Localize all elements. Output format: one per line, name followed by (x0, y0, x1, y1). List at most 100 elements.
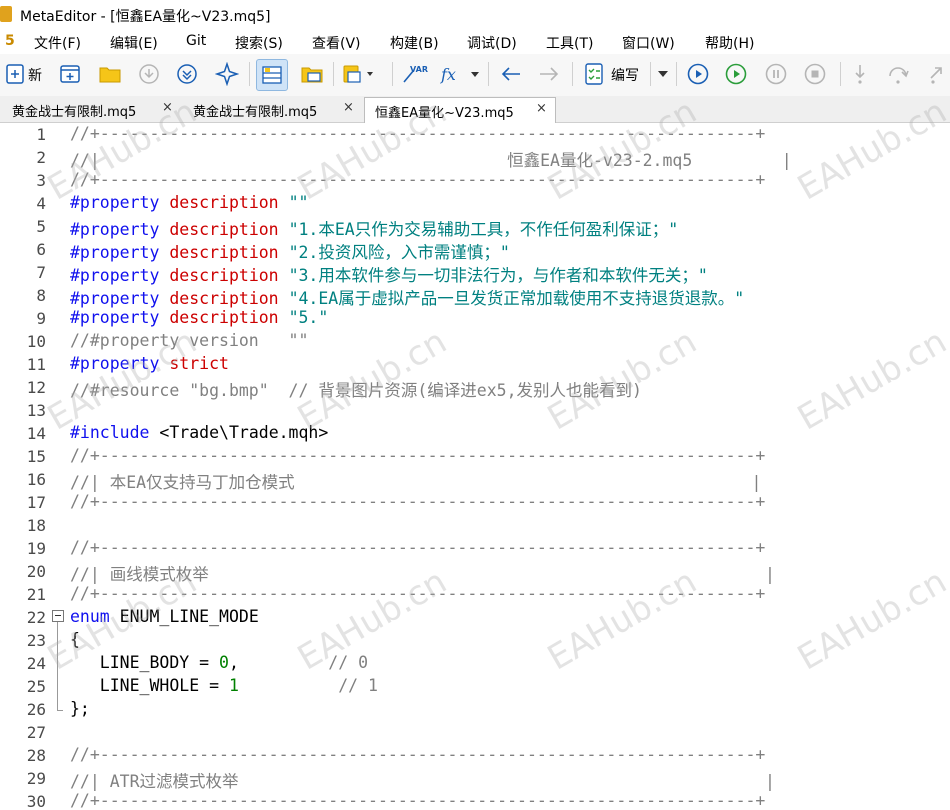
code-line-10: //#property version "" (70, 331, 309, 350)
step-into-button[interactable] (846, 60, 874, 88)
number-literal: 1 (228, 676, 239, 695)
code-line-5: #property description "1.本EA只作为交易辅助工具，不作… (70, 216, 678, 240)
string-literal: "" (288, 193, 309, 212)
line-number: 26 (26, 700, 46, 719)
code-line-7: #property description "3.用本软件参与一切非法行为，与作… (70, 262, 708, 286)
navigator-toggle-button[interactable] (256, 59, 288, 91)
tab-label: 恒鑫EA量化~V23.mq5 (375, 106, 514, 121)
play-history-icon (687, 63, 709, 85)
step-over-button[interactable] (884, 60, 912, 88)
keyword-description: description (169, 243, 279, 262)
step-out-button[interactable] (922, 60, 950, 88)
step-out-icon (930, 67, 942, 84)
line-number: 18 (26, 516, 46, 535)
menu-build[interactable]: 构建(B) (390, 33, 439, 53)
keyword-property: #property (70, 289, 160, 308)
tab-file-2[interactable]: 黄金战士有限制.mq5 × (183, 97, 359, 121)
navigate-forward-button[interactable] (535, 60, 563, 88)
code-line-12: //#resource "bg.bmp" // 背景图片资源(编译进ex5,发别… (70, 381, 642, 400)
stop-circle-icon (804, 63, 826, 85)
play-circle-icon (725, 63, 747, 85)
tab-close-icon[interactable]: × (343, 100, 354, 115)
menu-git[interactable]: Git (186, 33, 206, 49)
functions-button[interactable]: fx (436, 60, 484, 88)
line-number: 14 (26, 424, 46, 443)
line-number: 9 (36, 309, 46, 328)
ai-assistant-button[interactable] (213, 60, 241, 88)
fold-guide-end (57, 710, 63, 711)
new-file-button[interactable] (1, 60, 29, 88)
line-number: 29 (26, 769, 46, 788)
stop-button[interactable] (801, 60, 829, 88)
debug-history-button[interactable] (684, 60, 712, 88)
menu-window[interactable]: 窗口(W) (622, 33, 675, 53)
folder-icon (99, 67, 121, 83)
inline-comment: // 0 (328, 653, 369, 672)
toolbar-separator (488, 62, 489, 86)
line-number: 2 (36, 148, 46, 167)
include-path: <Trade\Trade.mqh> (149, 423, 329, 442)
code-line-21: //+-------------------------------------… (70, 584, 766, 603)
toolbar-separator (676, 62, 677, 86)
menu-tools[interactable]: 工具(T) (546, 33, 593, 53)
menu-edit[interactable]: 编辑(E) (110, 33, 158, 53)
tab-close-icon[interactable]: × (162, 100, 173, 115)
line-number: 27 (26, 723, 46, 742)
menu-file[interactable]: 文件(F) (34, 33, 81, 53)
new-file-label[interactable]: 新 (28, 65, 42, 85)
code-line-11: #property strict (70, 354, 229, 373)
new-file-icon (6, 64, 24, 84)
line-number: 17 (26, 493, 46, 512)
save-button[interactable] (173, 60, 201, 88)
navigator-panel-icon (262, 66, 282, 84)
toolbar-separator (840, 62, 841, 86)
tab-file-1[interactable]: 黄金战士有限制.mq5 × (2, 97, 178, 121)
insert-resource-button[interactable] (340, 60, 376, 88)
keyword-property: #property (70, 354, 160, 373)
code-line-19: //+-------------------------------------… (70, 538, 766, 557)
compile-button[interactable] (580, 60, 608, 88)
code-line-8: #property description "4.EA属于虚拟产品一旦发货正常加… (70, 285, 744, 309)
compile-dropdown-button[interactable] (654, 60, 672, 88)
line-number: 3 (36, 171, 46, 190)
line-number: 6 (36, 240, 46, 259)
start-debug-button[interactable] (722, 60, 750, 88)
arrow-left-icon (501, 67, 520, 81)
code-line-14: #include <Trade\Trade.mqh> (70, 423, 328, 442)
string-literal: "5." (288, 308, 329, 327)
new-tab-button[interactable] (56, 60, 84, 88)
file-tab-bar: 黄金战士有限制.mq5 × 黄金战士有限制.mq5 × 恒鑫EA量化~V23.m… (0, 96, 950, 124)
tab-label: 黄金战士有限制.mq5 (193, 105, 318, 120)
fold-toggle-icon[interactable] (52, 610, 64, 622)
menu-search[interactable]: 搜索(S) (235, 33, 283, 53)
tab-close-icon[interactable]: × (536, 101, 547, 116)
tab-file-active[interactable]: 恒鑫EA量化~V23.mq5 × (364, 97, 556, 124)
line-number: 4 (36, 194, 46, 213)
keyword-property: #property (70, 220, 160, 239)
code-editor[interactable]: 1 2 3 4 5 6 7 8 9 10 11 12 13 14 15 16 1… (0, 123, 950, 810)
menu-debug[interactable]: 调试(D) (467, 33, 517, 53)
enum-member: LINE_WHOLE = (70, 676, 229, 695)
keyword-include: #include (70, 423, 150, 442)
toolbox-toggle-button[interactable] (298, 60, 326, 88)
download-button[interactable] (135, 60, 163, 88)
var-icon: VAR (403, 65, 428, 83)
open-folder-button[interactable] (96, 60, 124, 88)
keyword-strict: strict (169, 354, 229, 373)
code-line-30: //+-------------------------------------… (70, 791, 766, 810)
string-literal: "1.本EA只作为交易辅助工具，不作任何盈利保证；" (288, 220, 679, 239)
code-line-17: //+-------------------------------------… (70, 492, 766, 511)
menu-view[interactable]: 查看(V) (312, 33, 361, 53)
step-over-icon (889, 67, 909, 84)
line-number: 12 (26, 378, 46, 397)
menu-help[interactable]: 帮助(H) (705, 33, 754, 53)
variables-button[interactable]: VAR (400, 60, 428, 88)
compile-label[interactable]: 编写 (611, 65, 639, 85)
keyword-enum: enum (70, 607, 110, 626)
pause-button[interactable] (762, 60, 790, 88)
enum-name: ENUM_LINE_MODE (109, 607, 259, 626)
title-bar: MetaEditor - [恒鑫EA量化~V23.mq5] (0, 0, 950, 30)
navigate-back-button[interactable] (497, 60, 525, 88)
save-circle-icon (177, 64, 197, 84)
code-punct (239, 676, 338, 695)
